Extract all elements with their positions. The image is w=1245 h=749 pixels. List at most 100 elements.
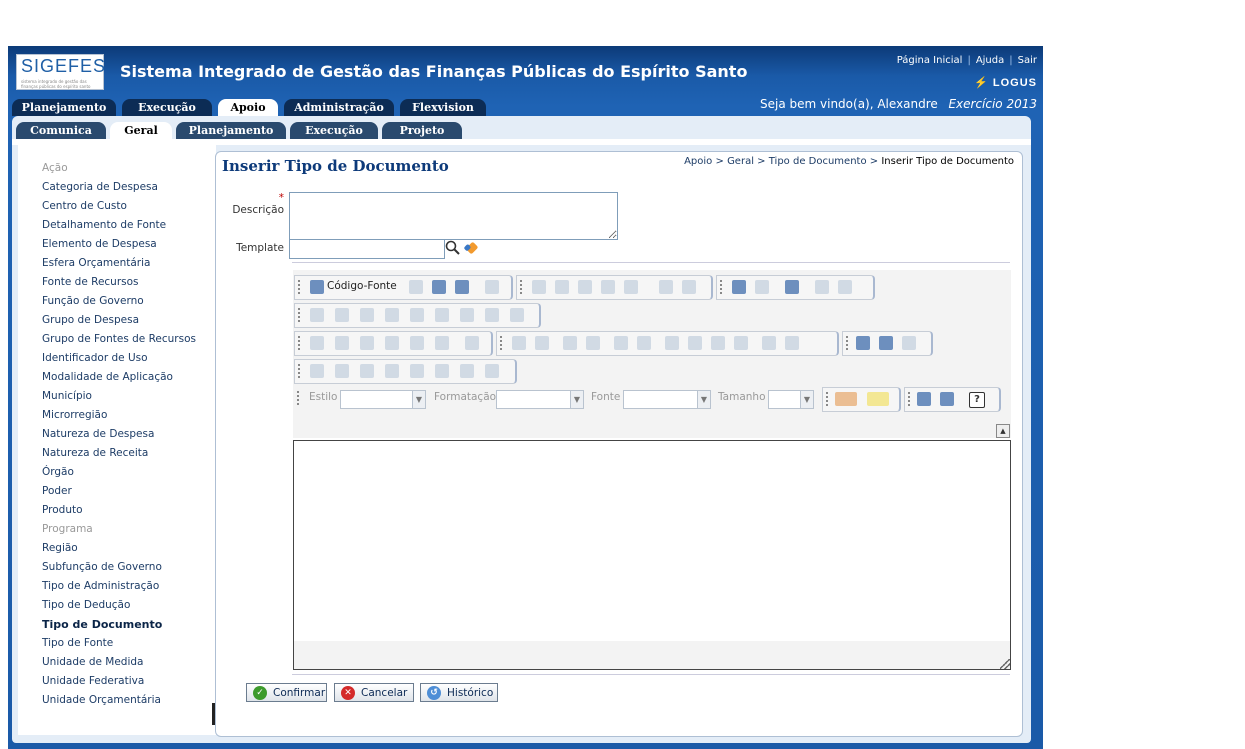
sidebar-item-identificador-de-uso[interactable]: Identificador de Uso bbox=[42, 352, 148, 364]
confirm-button[interactable]: ✓ Confirmar bbox=[246, 683, 327, 702]
flash-icon[interactable] bbox=[335, 364, 349, 378]
checkbox-icon[interactable] bbox=[335, 308, 349, 322]
subtab-comunica[interactable]: Comunica bbox=[16, 122, 106, 139]
sidebar-item-poder[interactable]: Poder bbox=[42, 485, 72, 497]
sidebar-item-natureza-de-despesa[interactable]: Natureza de Despesa bbox=[42, 428, 154, 440]
format-select[interactable]: ▼ bbox=[496, 390, 584, 409]
toolbar-grip[interactable] bbox=[720, 280, 722, 294]
paste-text-icon[interactable] bbox=[601, 280, 615, 294]
italic-icon[interactable] bbox=[335, 336, 349, 350]
div-icon[interactable] bbox=[637, 336, 651, 350]
background-color-icon[interactable] bbox=[867, 392, 889, 406]
preview-icon[interactable] bbox=[432, 280, 446, 294]
paste-icon[interactable] bbox=[578, 280, 592, 294]
radio-icon[interactable] bbox=[360, 308, 374, 322]
sidebar-item-elemento-de-despesa[interactable]: Elemento de Despesa bbox=[42, 238, 157, 250]
search-icon[interactable] bbox=[445, 240, 461, 256]
sidebar-item-modalidade-de-aplicacao[interactable]: Modalidade de Aplicação bbox=[42, 371, 173, 383]
special-char-icon[interactable] bbox=[435, 364, 449, 378]
toolbar-grip[interactable] bbox=[520, 280, 522, 294]
help-icon[interactable]: ? bbox=[969, 392, 985, 408]
spellcheck-as-you-type-icon[interactable] bbox=[838, 280, 852, 294]
toolbar-grip[interactable] bbox=[298, 280, 300, 294]
bold-icon[interactable] bbox=[310, 336, 324, 350]
toolbar-grip[interactable] bbox=[298, 336, 300, 350]
sidebar-item-orgao[interactable]: Órgão bbox=[42, 466, 74, 478]
sidebar-item-unidade-federativa[interactable]: Unidade Federativa bbox=[42, 675, 144, 687]
tab-administracao[interactable]: Administração bbox=[284, 99, 394, 116]
sidebar-item-esfera-orcamentaria[interactable]: Esfera Orçamentária bbox=[42, 257, 150, 269]
sidebar-item-grupo-de-fontes-de-recursos[interactable]: Grupo de Fontes de Recursos bbox=[42, 333, 196, 345]
new-page-icon[interactable] bbox=[409, 280, 423, 294]
paste-word-icon[interactable] bbox=[624, 280, 638, 294]
select-all-icon[interactable] bbox=[785, 280, 799, 294]
sidebar-item-natureza-de-receita[interactable]: Natureza de Receita bbox=[42, 447, 148, 459]
subtab-projeto[interactable]: Projeto bbox=[382, 122, 462, 139]
smiley-icon[interactable] bbox=[410, 364, 424, 378]
find-icon[interactable] bbox=[732, 280, 746, 294]
sidebar-item-regiao[interactable]: Região bbox=[42, 542, 78, 554]
unlink-icon[interactable] bbox=[879, 336, 893, 350]
sidebar-item-municipio[interactable]: Município bbox=[42, 390, 92, 402]
sidebar-item-tipo-de-fonte[interactable]: Tipo de Fonte bbox=[42, 637, 113, 649]
breadcrumb-geral[interactable]: Geral bbox=[727, 156, 754, 167]
print-icon[interactable] bbox=[455, 280, 469, 294]
link-icon[interactable] bbox=[856, 336, 870, 350]
font-select[interactable]: ▼ bbox=[623, 390, 711, 409]
form-button-icon[interactable] bbox=[460, 308, 474, 322]
align-left-icon[interactable] bbox=[665, 336, 679, 350]
bulleted-list-icon[interactable] bbox=[535, 336, 549, 350]
subscript-icon[interactable] bbox=[410, 336, 424, 350]
undo-icon[interactable] bbox=[659, 280, 673, 294]
subtab-planejamento[interactable]: Planejamento bbox=[176, 122, 286, 139]
text-color-icon[interactable] bbox=[835, 392, 857, 406]
superscript-icon[interactable] bbox=[435, 336, 449, 350]
hidden-field-icon[interactable] bbox=[510, 308, 524, 322]
toolbar-grip[interactable] bbox=[297, 391, 299, 405]
horizontal-rule-icon[interactable] bbox=[385, 364, 399, 378]
numbered-list-icon[interactable] bbox=[512, 336, 526, 350]
sidebar-item-tipo-de-documento[interactable]: Tipo de Documento bbox=[42, 618, 162, 631]
subtab-geral[interactable]: Geral bbox=[110, 122, 172, 139]
subtab-execucao[interactable]: Execução bbox=[290, 122, 378, 139]
align-right-icon[interactable] bbox=[711, 336, 725, 350]
outdent-icon[interactable] bbox=[563, 336, 577, 350]
image-icon[interactable] bbox=[310, 364, 324, 378]
tab-planejamento[interactable]: Planejamento bbox=[12, 99, 116, 116]
anchor-icon[interactable] bbox=[902, 336, 916, 350]
sidebar-item-tipo-de-deducao[interactable]: Tipo de Dedução bbox=[42, 599, 130, 611]
style-select[interactable]: ▼ bbox=[340, 390, 426, 409]
breadcrumb-apoio[interactable]: Apoio bbox=[684, 156, 712, 167]
strike-icon[interactable] bbox=[385, 336, 399, 350]
toolbar-grip[interactable] bbox=[298, 308, 300, 322]
size-select[interactable]: ▼ bbox=[768, 390, 814, 409]
help-link[interactable]: Ajuda bbox=[976, 55, 1004, 66]
image-button-icon[interactable] bbox=[485, 308, 499, 322]
cut-icon[interactable] bbox=[532, 280, 546, 294]
source-button[interactable]: Código-Fonte bbox=[327, 280, 397, 292]
sidebar-item-produto[interactable]: Produto bbox=[42, 504, 83, 516]
logout-link[interactable]: Sair bbox=[1018, 55, 1037, 66]
history-button[interactable]: ↺ Histórico bbox=[420, 683, 498, 702]
replace-icon[interactable] bbox=[755, 280, 769, 294]
resize-grip-icon[interactable] bbox=[1000, 659, 1010, 669]
sidebar-item-centro-de-custo[interactable]: Centro de Custo bbox=[42, 200, 127, 212]
iframe-icon[interactable] bbox=[485, 364, 499, 378]
textarea-icon[interactable] bbox=[410, 308, 424, 322]
table-icon[interactable] bbox=[360, 364, 374, 378]
toolbar-grip[interactable] bbox=[846, 336, 848, 350]
sidebar-item-tipo-de-administracao[interactable]: Tipo de Administração bbox=[42, 580, 159, 592]
template-input[interactable] bbox=[289, 239, 445, 259]
eraser-icon[interactable] bbox=[464, 240, 480, 256]
toolbar-grip[interactable] bbox=[298, 364, 300, 378]
page-break-icon[interactable] bbox=[460, 364, 474, 378]
textfield-icon[interactable] bbox=[385, 308, 399, 322]
remove-format-icon[interactable] bbox=[465, 336, 479, 350]
form-icon[interactable] bbox=[310, 308, 324, 322]
collapse-toolbar-icon[interactable]: ▲ bbox=[996, 424, 1010, 438]
copy-icon[interactable] bbox=[555, 280, 569, 294]
sidebar-item-detalhamento-de-fonte[interactable]: Detalhamento de Fonte bbox=[42, 219, 166, 231]
editor-content-area[interactable] bbox=[293, 440, 1011, 642]
tab-apoio[interactable]: Apoio bbox=[218, 99, 278, 116]
align-justify-icon[interactable] bbox=[734, 336, 748, 350]
